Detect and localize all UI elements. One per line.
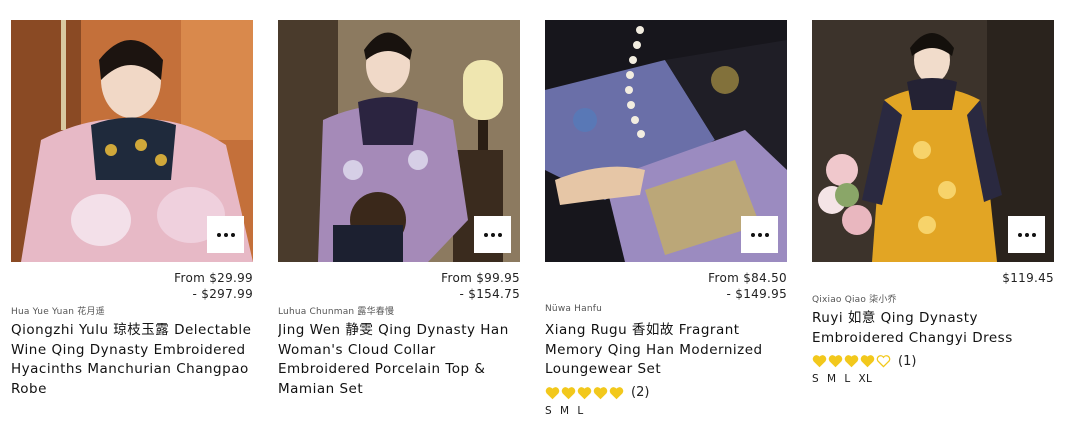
review-count: (2) bbox=[631, 385, 650, 401]
size-option[interactable]: L bbox=[577, 405, 583, 417]
heart-filled-icon bbox=[812, 355, 827, 368]
vendor-name[interactable]: Nüwa Hanfu bbox=[545, 304, 787, 316]
product-title[interactable]: Jing Wen 静雯 Qing Dynasty Han Woman's Clo… bbox=[278, 321, 520, 399]
review-count: (1) bbox=[898, 353, 917, 369]
size-option[interactable]: M bbox=[560, 405, 569, 417]
product-image[interactable] bbox=[278, 20, 520, 262]
product-image[interactable] bbox=[812, 20, 1054, 262]
size-options: S M L XL bbox=[812, 373, 1054, 385]
product-grid: From $29.99 - $297.99 Hua Yue Yuan 花月遥 Q… bbox=[11, 20, 1054, 434]
heart-filled-icon bbox=[593, 386, 608, 400]
price-range: From $29.99 - $297.99 bbox=[11, 270, 253, 302]
product-title[interactable]: Qiongzhi Yulu 琼枝玉露 Delectable Wine Qing … bbox=[11, 321, 253, 399]
price: $119.45 bbox=[812, 270, 1054, 286]
size-option[interactable]: L bbox=[844, 373, 850, 385]
ellipsis-icon bbox=[216, 232, 235, 237]
ellipsis-icon bbox=[483, 232, 502, 237]
price-range: From $84.50 - $149.95 bbox=[545, 270, 787, 302]
price-range: From $99.95 - $154.75 bbox=[278, 270, 520, 302]
size-option[interactable]: S bbox=[545, 405, 552, 417]
vendor-name[interactable]: Hua Yue Yuan 花月遥 bbox=[11, 304, 253, 317]
product-card: $119.45 Qixiao Qiao 柒小乔 Ruyi 如意 Qing Dyn… bbox=[812, 20, 1054, 434]
product-title[interactable]: Ruyi 如意 Qing Dynasty Embroidered Changyi… bbox=[812, 309, 1054, 348]
price-from: From $29.99 bbox=[174, 271, 253, 285]
more-options-button[interactable] bbox=[1008, 216, 1045, 253]
price-to: - $149.95 bbox=[726, 287, 787, 301]
price-to: - $154.75 bbox=[459, 287, 520, 301]
ellipsis-icon bbox=[750, 232, 769, 237]
product-image[interactable] bbox=[11, 20, 253, 262]
heart-filled-icon bbox=[828, 355, 843, 368]
heart-filled-icon bbox=[561, 386, 576, 400]
rating[interactable]: (1) bbox=[812, 352, 1054, 370]
size-options: S M L bbox=[545, 405, 787, 417]
price-from: From $99.95 bbox=[441, 271, 520, 285]
vendor-name[interactable]: Qixiao Qiao 柒小乔 bbox=[812, 292, 1054, 305]
size-option[interactable]: M bbox=[827, 373, 836, 385]
price-from: From $84.50 bbox=[708, 271, 787, 285]
ellipsis-icon bbox=[1017, 232, 1036, 237]
heart-filled-icon bbox=[545, 386, 560, 400]
heart-filled-icon bbox=[860, 355, 875, 368]
price-single: $119.45 bbox=[1002, 271, 1054, 285]
product-card: From $99.95 - $154.75 Luhua Chunman 露华春慢… bbox=[278, 20, 520, 434]
heart-outline-icon bbox=[876, 355, 891, 368]
size-option[interactable]: XL bbox=[858, 373, 872, 385]
more-options-button[interactable] bbox=[741, 216, 778, 253]
product-title[interactable]: Xiang Rugu 香如故 Fragrant Memory Qing Han … bbox=[545, 321, 787, 380]
product-image[interactable] bbox=[545, 20, 787, 262]
heart-filled-icon bbox=[844, 355, 859, 368]
price-to: - $297.99 bbox=[192, 287, 253, 301]
more-options-button[interactable] bbox=[474, 216, 511, 253]
product-card: From $29.99 - $297.99 Hua Yue Yuan 花月遥 Q… bbox=[11, 20, 253, 434]
heart-filled-icon bbox=[577, 386, 592, 400]
size-option[interactable]: S bbox=[812, 373, 819, 385]
product-card: From $84.50 - $149.95 Nüwa Hanfu Xiang R… bbox=[545, 20, 787, 434]
heart-filled-icon bbox=[609, 386, 624, 400]
vendor-name[interactable]: Luhua Chunman 露华春慢 bbox=[278, 304, 520, 317]
more-options-button[interactable] bbox=[207, 216, 244, 253]
rating[interactable]: (2) bbox=[545, 384, 787, 402]
